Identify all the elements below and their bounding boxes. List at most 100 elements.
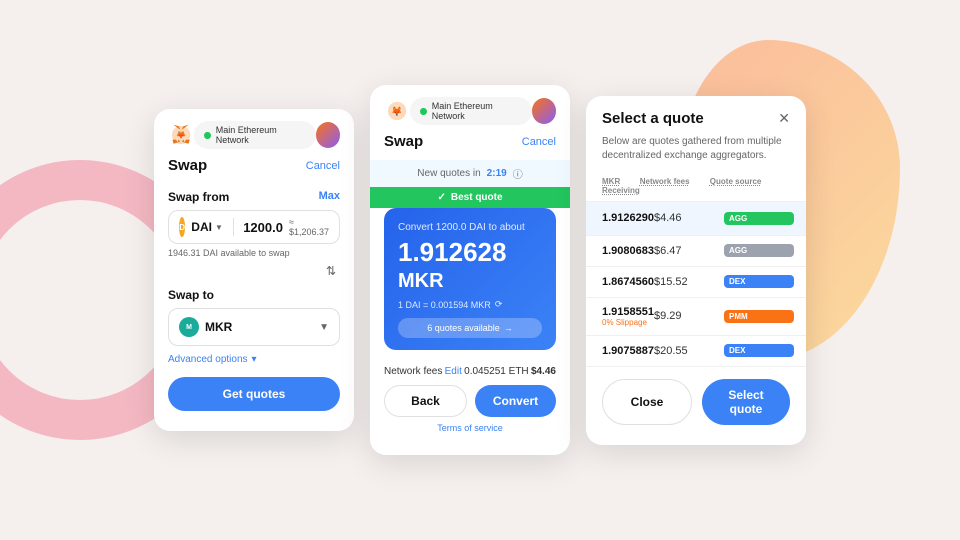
- col-receiving: MKR Receiving: [602, 177, 640, 195]
- quote-amount: 1.9080683: [602, 245, 654, 257]
- network-fees-row: Network fees Edit 0.045251 ETH $4.46: [370, 360, 570, 385]
- max-link[interactable]: Max: [319, 190, 340, 202]
- quote-row[interactable]: 1.9080683 $6.47AGG›: [586, 235, 806, 266]
- network-label-1: Main Ethereum Network: [216, 125, 306, 145]
- from-token-chevron: ▼: [215, 223, 223, 232]
- network-label-2: Main Ethereum Network: [432, 101, 522, 121]
- card1-title-row: Swap Cancel: [154, 157, 354, 184]
- card-swap-preview: 🦊 Main Ethereum Network Swap Cancel New …: [370, 85, 570, 455]
- quote-slippage: 0% Slippage: [602, 318, 654, 327]
- swap-from-label: Swap from Max: [154, 184, 354, 210]
- source-badge: DEX: [724, 275, 794, 288]
- card1-header: 🦊 Main Ethereum Network: [154, 109, 354, 157]
- back-button[interactable]: Back: [384, 385, 467, 417]
- col-source: Quote source: [710, 177, 780, 195]
- select-quote-button[interactable]: Select quote: [702, 379, 790, 425]
- source-badge: AGG: [724, 212, 794, 225]
- refresh-icon: ⟳: [495, 299, 503, 310]
- quotes-available-label: 6 quotes available: [427, 323, 500, 333]
- network-pill-1[interactable]: Main Ethereum Network: [194, 121, 316, 149]
- available-text: 1946.31 DAI available to swap: [154, 244, 354, 260]
- card3-subtitle: Below are quotes gathered from multiple …: [586, 135, 806, 173]
- card1-cancel[interactable]: Cancel: [306, 160, 340, 172]
- quote-row[interactable]: 1.9075887 $20.55DEX›: [586, 335, 806, 366]
- network-dot-1: [204, 132, 211, 139]
- advanced-options-chevron: ▾: [252, 354, 257, 365]
- get-quotes-button[interactable]: Get quotes: [168, 377, 340, 411]
- network-fees-label: Network fees: [384, 366, 442, 377]
- card2-title: Swap: [384, 133, 423, 150]
- source-badge: DEX: [724, 344, 794, 357]
- new-quotes-bar: New quotes in 2:19 ⓘ: [370, 160, 570, 187]
- advanced-options-label: Advanced options: [168, 354, 248, 365]
- quote-row[interactable]: 1.8674560 $15.52DEX›: [586, 266, 806, 297]
- quotes-table-header: MKR Receiving Network fees Quote source: [586, 173, 806, 201]
- card3-header: Select a quote ✕: [586, 96, 806, 135]
- card2-title-row: Swap Cancel: [370, 133, 570, 160]
- blue-conversion-box: Convert 1200.0 DAI to about 1.912628 MKR…: [384, 208, 556, 350]
- quote-row[interactable]: 1.9126290 $4.46AGG✓: [586, 201, 806, 235]
- from-token-row: D DAI ▼ 1200.0 ≈ $1,206.37: [168, 210, 340, 244]
- to-token-row: M MKR ▼: [168, 308, 340, 346]
- cards-container: 🦊 Main Ethereum Network Swap Cancel Swap…: [154, 85, 806, 455]
- swap-arrow-row: ⇅: [154, 260, 354, 282]
- rate-row: 1 DAI = 0.001594 MKR ⟳: [398, 299, 542, 310]
- quote-fee: $6.47: [654, 245, 724, 257]
- rate-text: 1 DAI = 0.001594 MKR: [398, 300, 491, 310]
- dai-icon: D: [179, 217, 185, 237]
- swap-arrows-icon: ⇅: [322, 262, 340, 280]
- quotes-list: 1.9126290 $4.46AGG✓ 1.9080683 $6.47AGG› …: [586, 201, 806, 366]
- svg-text:🦊: 🦊: [177, 131, 186, 140]
- convert-button[interactable]: Convert: [475, 385, 556, 417]
- info-icon: ⓘ: [513, 166, 523, 181]
- check-icon: ✓: [437, 192, 445, 203]
- countdown: 2:19: [487, 168, 507, 179]
- to-token-label: MKR: [205, 320, 313, 334]
- card-swap-input: 🦊 Main Ethereum Network Swap Cancel Swap…: [154, 109, 354, 431]
- convert-text: Convert 1200.0 DAI to about: [398, 222, 542, 233]
- receive-amount: 1.912628 MKR: [398, 239, 542, 291]
- quote-amount: 1.9126290: [602, 212, 654, 224]
- fees-usd: $4.46: [531, 366, 556, 377]
- source-badge: PMM: [724, 310, 794, 323]
- quote-fee: $4.46: [654, 212, 724, 224]
- best-quote-label: Best quote: [451, 192, 503, 203]
- quote-row[interactable]: 1.9158551 0% Slippage $9.29PMM›: [586, 297, 806, 335]
- network-pill-2[interactable]: Main Ethereum Network: [410, 97, 532, 125]
- quote-fee: $9.29: [654, 310, 724, 322]
- quote-amount: 1.9158551: [602, 306, 654, 318]
- amount-usd: ≈ $1,206.37: [289, 217, 329, 237]
- card2-cancel[interactable]: Cancel: [522, 136, 556, 148]
- fees-eth: 0.045251 ETH: [464, 366, 529, 377]
- network-dot-2: [420, 108, 427, 115]
- advanced-options[interactable]: Advanced options ▾: [154, 346, 354, 365]
- quote-fee: $15.52: [654, 276, 724, 288]
- terms-link[interactable]: Terms of service: [370, 417, 570, 439]
- quotes-available-button[interactable]: 6 quotes available →: [398, 318, 542, 338]
- close-quote-button[interactable]: Close: [602, 379, 692, 425]
- card1-title: Swap: [168, 157, 207, 174]
- metamask-icon: 🦊: [168, 121, 194, 149]
- card2-buttons: Back Convert: [370, 385, 570, 417]
- quote-fee: $20.55: [654, 345, 724, 357]
- quote-amount: 1.8674560: [602, 276, 654, 288]
- arrow-right-icon: →: [504, 323, 513, 333]
- avatar-1: [316, 122, 340, 148]
- avatar-2: [532, 98, 556, 124]
- best-quote-banner: ✓ Best quote: [370, 187, 570, 208]
- close-button[interactable]: ✕: [778, 110, 790, 127]
- svg-text:🦊: 🦊: [391, 105, 402, 116]
- card3-title: Select a quote: [602, 110, 704, 127]
- amount-input[interactable]: 1200.0: [243, 220, 283, 235]
- swap-to-label: Swap to: [154, 282, 354, 308]
- source-badge: AGG: [724, 244, 794, 257]
- mkr-icon: M: [179, 317, 199, 337]
- from-token-select[interactable]: DAI ▼: [191, 220, 223, 234]
- edit-fees-link[interactable]: Edit: [445, 366, 462, 377]
- card2-header: 🦊 Main Ethereum Network: [370, 85, 570, 133]
- new-quotes-prefix: New quotes in: [417, 168, 480, 179]
- card-select-quote: Select a quote ✕ Below are quotes gather…: [586, 96, 806, 445]
- card3-buttons: Close Select quote: [586, 366, 806, 429]
- to-token-chevron: ▼: [319, 322, 329, 333]
- metamask-icon-2: 🦊: [384, 97, 410, 125]
